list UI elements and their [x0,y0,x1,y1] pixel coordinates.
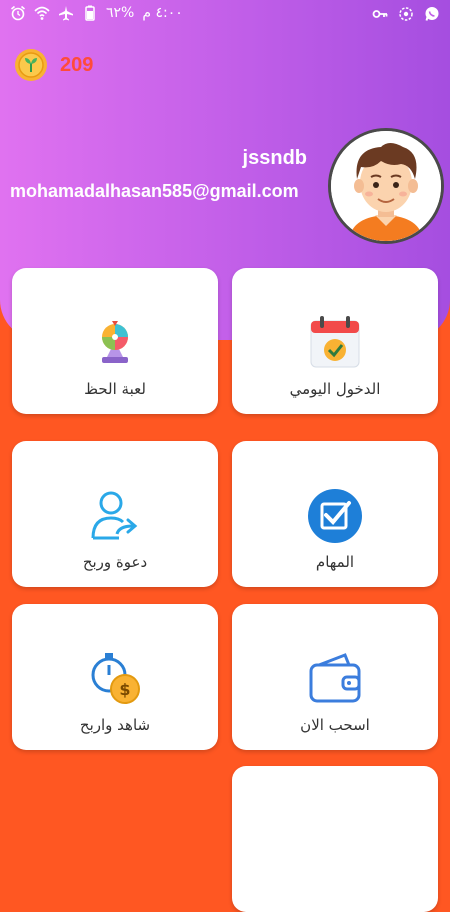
calendar-check-icon [310,316,360,368]
card-tasks[interactable]: المهام [232,441,438,587]
card-label: المهام [315,553,355,571]
status-bar: ٤:٠٠ م %٦٢ [0,0,450,30]
lucky-wheel-icon [102,321,128,363]
card-daily-login[interactable]: الدخول اليومي [232,268,438,414]
coin-icon [15,49,47,81]
alarm-icon [10,5,26,21]
status-left: ٤:٠٠ م %٦٢ [10,5,183,21]
card-label: دعوة وربح [82,553,148,571]
airplane-icon [59,6,73,21]
wifi-icon [34,6,50,20]
card-withdraw[interactable]: اسحب الان [232,604,438,750]
coin-balance: 209 [14,48,93,82]
android-settings-icon [399,7,413,21]
stopwatch-coin-icon: $ [91,653,140,704]
battery-percent: %٦٢ [106,5,135,21]
svg-text:$: $ [119,680,130,699]
clock-time: ٤:٠٠ م [142,5,183,21]
user-email: mohamadalhasan585@gmail.com [10,181,299,201]
coin-count: 209 [60,53,94,76]
whatsapp-icon [425,7,439,21]
boy-avatar-icon [331,131,441,241]
card-partial[interactable] [232,766,438,912]
avatar[interactable] [328,128,444,244]
battery-icon [85,5,95,21]
checkbox-icon [308,489,362,543]
invite-user-icon [91,491,138,540]
status-right [372,6,440,22]
card-watch-earn[interactable]: $ شاهد واربح [12,604,218,750]
card-label: شاهد واربح [79,716,151,734]
card-label: الدخول اليومي [289,380,381,398]
card-lucky-game[interactable]: لعبة الحظ [12,268,218,414]
card-label: اسحب الان [300,716,370,734]
card-label: لعبة الحظ [84,380,146,398]
card-invite-earn[interactable]: دعوة وربح [12,441,218,587]
key-icon [372,10,388,18]
wallet-icon [309,653,361,703]
username: jssndb [242,147,307,169]
